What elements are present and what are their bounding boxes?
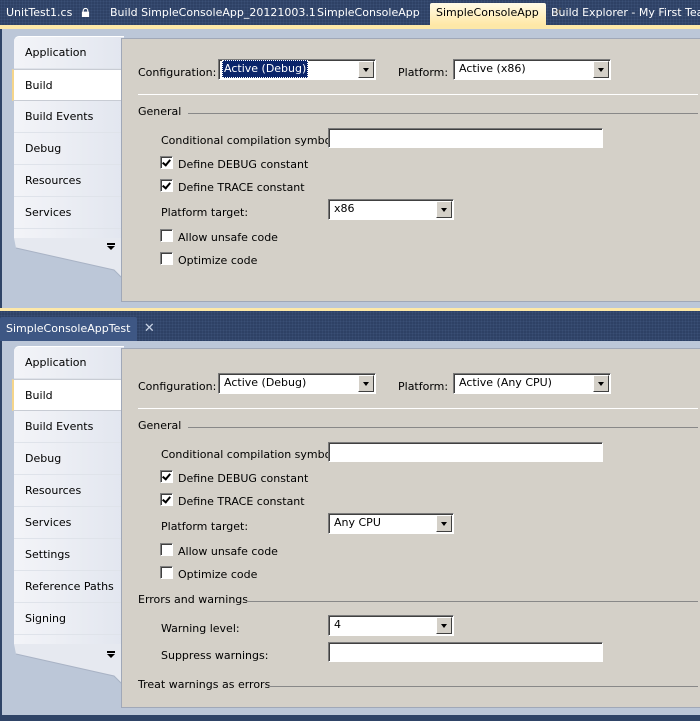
chevron-down-icon[interactable] [593,61,609,78]
nav-item-services[interactable]: Services [14,507,124,539]
configuration-value: Active (Debug) [224,376,307,389]
tab-build-simpleconsoleapp[interactable]: Build SimpleConsoleApp_20121003.1 [104,3,322,25]
configuration-dropdown[interactable]: Active (Debug) [218,373,376,394]
platform-dropdown[interactable]: Active (Any CPU) [453,373,611,394]
configuration-dropdown[interactable]: Active (Debug) [218,59,376,80]
platform-target-dropdown[interactable]: x86 [328,199,454,220]
configuration-label: Configuration: [138,66,217,79]
nav-item-debug[interactable]: Debug [14,133,124,165]
nav-item-resources[interactable]: Resources [14,475,124,507]
chevron-down-icon[interactable] [436,201,452,218]
nav-item-build[interactable]: Build [12,379,124,411]
optimize-code-checkbox[interactable] [160,252,173,265]
conditional-symbols-input[interactable] [328,442,603,462]
configuration-value: Active (Debug) [222,60,309,78]
chevron-down-icon[interactable] [358,61,374,78]
tab-simpleconsoleapptest[interactable]: SimpleConsoleAppTest ✕ [0,317,155,341]
nav-item-resources[interactable]: Resources [14,165,124,197]
nav-item-application[interactable]: Application [14,347,124,379]
nav-item-signing[interactable]: Signing [14,603,124,635]
errors-warnings-section-title: Errors and warnings [138,593,249,606]
project-properties-pane-2: Application Build Build Events Debug Res… [2,341,700,715]
property-nav: Application Build Build Events Debug Res… [12,36,124,238]
allow-unsafe-checkbox[interactable] [160,543,173,556]
tab-unittest1[interactable]: UnitTest1.cs [0,3,96,25]
optimize-code-label: Optimize code [178,568,258,581]
platform-target-value: Any CPU [334,516,381,529]
platform-target-dropdown[interactable]: Any CPU [328,513,454,534]
section-divider [188,427,698,428]
chevron-down-icon[interactable] [593,375,609,392]
nav-item-application[interactable]: Application [14,37,124,69]
define-trace-checkbox[interactable] [160,179,173,192]
close-tab-icon[interactable]: ✕ [144,321,155,336]
platform-value: Active (x86) [459,62,526,75]
warning-level-label: Warning level: [161,622,240,635]
platform-label: Platform: [398,66,449,79]
divider [138,408,698,409]
chevron-down-icon[interactable] [436,617,452,634]
conditional-symbols-label: Conditional compilation symbols: [161,134,344,147]
general-section-title: General [138,419,182,432]
suppress-warnings-input[interactable] [328,642,603,662]
platform-target-value: x86 [334,202,355,215]
tab-label: Build SimpleConsoleApp_20121003.1 [110,6,316,19]
define-debug-label: Define DEBUG constant [178,158,309,171]
tab-build-explorer[interactable]: Build Explorer - My First Team P [545,3,700,25]
platform-label: Platform: [398,380,449,393]
warning-level-value: 4 [334,618,341,631]
platform-target-label: Platform target: [161,520,249,533]
define-debug-checkbox[interactable] [160,470,173,483]
property-nav: Application Build Build Events Debug Res… [12,346,124,644]
nav-item-build-events[interactable]: Build Events [14,411,124,443]
nav-item-debug[interactable]: Debug [14,443,124,475]
section-divider [246,601,698,602]
project-properties-pane-1: Application Build Build Events Debug Res… [2,29,700,310]
nav-item-build[interactable]: Build [12,69,124,101]
tab-label: SimpleConsoleAppTest [6,322,131,335]
define-debug-label: Define DEBUG constant [178,472,309,485]
general-section-title: General [138,105,182,118]
section-divider [188,113,698,114]
configuration-label: Configuration: [138,380,217,393]
suppress-warnings-label: Suppress warnings: [161,649,269,662]
divider [138,94,698,95]
build-settings-content: Configuration: Active (Debug) Platform: … [121,38,700,302]
conditional-symbols-input[interactable] [328,128,603,148]
tab-simpleconsoleapp-active[interactable]: SimpleConsoleApp ✕ [430,3,563,25]
nav-scroll-down-icon[interactable] [107,243,115,250]
tab-label: UnitTest1.cs [6,6,73,19]
optimize-code-label: Optimize code [178,254,258,267]
nav-item-settings[interactable]: Settings [14,539,124,571]
treat-warnings-section-title: Treat warnings as errors [138,678,271,691]
nav-scroll-down-icon[interactable] [107,651,115,658]
define-trace-label: Define TRACE constant [178,495,305,508]
tab-label: Build Explorer - My First Team P [551,6,700,19]
document-tab-strip: UnitTest1.cs Build SimpleConsoleApp_2012… [0,0,700,25]
tab-label: SimpleConsoleApp [436,6,539,19]
lock-icon [81,8,89,17]
warning-level-dropdown[interactable]: 4 [328,615,454,636]
nav-item-reference-paths[interactable]: Reference Paths [14,571,124,603]
tab-label: SimpleConsoleApp [317,6,420,19]
chevron-down-icon[interactable] [358,375,374,392]
allow-unsafe-label: Allow unsafe code [178,545,278,558]
platform-value: Active (Any CPU) [459,376,552,389]
conditional-symbols-label: Conditional compilation symbols: [161,448,344,461]
document-tab-strip-2: SimpleConsoleAppTest ✕ [0,311,700,341]
build-settings-content: Configuration: Active (Debug) Platform: … [121,348,700,708]
nav-item-build-events[interactable]: Build Events [14,101,124,133]
platform-dropdown[interactable]: Active (x86) [453,59,611,80]
section-divider [268,686,698,687]
tab-simpleconsoleapp[interactable]: SimpleConsoleApp [311,3,426,25]
optimize-code-checkbox[interactable] [160,566,173,579]
define-trace-label: Define TRACE constant [178,181,305,194]
chevron-down-icon[interactable] [436,515,452,532]
define-trace-checkbox[interactable] [160,493,173,506]
allow-unsafe-label: Allow unsafe code [178,231,278,244]
nav-item-services[interactable]: Services [14,197,124,229]
platform-target-label: Platform target: [161,206,249,219]
define-debug-checkbox[interactable] [160,156,173,169]
allow-unsafe-checkbox[interactable] [160,229,173,242]
